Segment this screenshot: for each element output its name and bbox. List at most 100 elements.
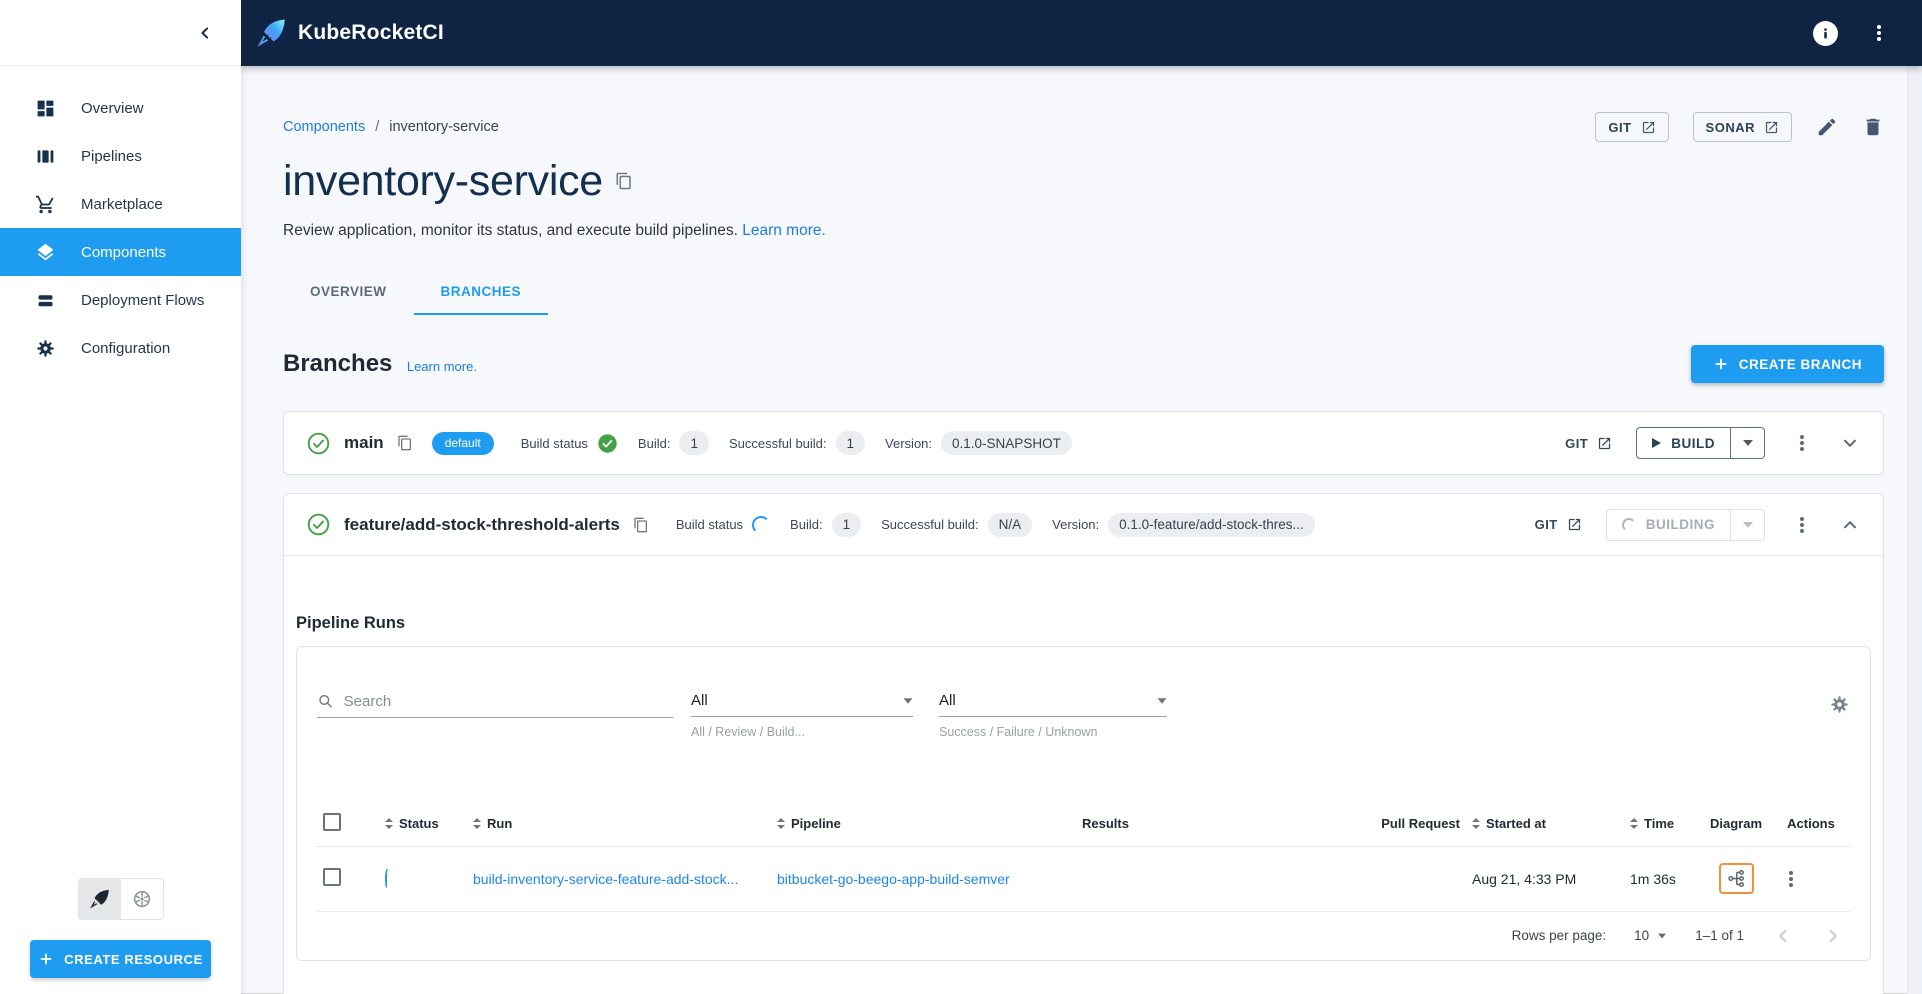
column-header-started-at[interactable]: Started at [1486, 816, 1546, 831]
column-header-run[interactable]: Run [487, 816, 512, 831]
kubernetes-view-toggle-button[interactable] [121, 879, 163, 919]
rows-per-page-value: 10 [1634, 928, 1650, 943]
branch-success-icon [307, 513, 330, 536]
column-header-results: Results [1082, 816, 1129, 831]
layers-icon [33, 240, 57, 264]
tab-overview[interactable]: OVERVIEW [283, 270, 414, 315]
chevron-right-icon [1829, 929, 1837, 942]
table-settings-button[interactable] [1829, 694, 1850, 715]
sidebar-item-pipelines[interactable]: Pipelines [0, 132, 241, 180]
branches-learn-more-link[interactable]: Learn more. [407, 359, 477, 374]
row-actions-button[interactable] [1778, 866, 1804, 892]
branch-menu-button[interactable] [1789, 430, 1815, 456]
build-options-button[interactable] [1730, 428, 1764, 458]
breadcrumb-separator: / [375, 119, 380, 135]
create-resource-button[interactable]: CREATE RESOURCE [30, 940, 211, 978]
tab-branches[interactable]: BRANCHES [413, 270, 549, 315]
overview-icon [33, 96, 57, 120]
page-title: inventory-service [283, 157, 603, 205]
scrollbar[interactable] [1907, 66, 1922, 994]
column-header-status[interactable]: Status [399, 816, 439, 831]
building-spinner [1621, 517, 1636, 532]
results-cell [1076, 847, 1306, 911]
git-button-label: GIT [1608, 119, 1632, 135]
column-header-pull-request: Pull Request [1381, 816, 1460, 831]
main-area: KubeRocketCI Components / inventory-serv… [241, 0, 1922, 994]
sort-status-button[interactable] [385, 818, 393, 829]
version-label: Version: [885, 435, 933, 451]
build-label: Build: [790, 517, 823, 532]
sidebar-item-configuration[interactable]: Configuration [0, 324, 241, 372]
sonar-external-button[interactable]: SONAR [1692, 112, 1792, 142]
select-all-checkbox[interactable] [323, 813, 341, 831]
create-resource-label: CREATE RESOURCE [64, 951, 203, 967]
krci-view-toggle-button[interactable] [78, 879, 121, 919]
caret-down-icon [1157, 697, 1167, 704]
kebab-icon [1800, 441, 1804, 445]
sort-pipeline-button[interactable] [777, 818, 785, 829]
sidebar-item-components[interactable]: Components [0, 228, 241, 276]
column-header-time[interactable]: Time [1644, 816, 1674, 831]
branch-collapse-button[interactable] [1839, 514, 1861, 536]
branch-success-icon [307, 432, 330, 454]
edit-button[interactable] [1816, 116, 1838, 138]
breadcrumb: Components / inventory-service [283, 119, 499, 135]
branch-git-link-button[interactable]: GIT [1535, 517, 1582, 532]
trash-icon [1866, 118, 1880, 136]
version-chip: 0.1.0-SNAPSHOT [941, 431, 1072, 455]
info-button[interactable] [1813, 20, 1838, 46]
diagram-button[interactable] [1718, 863, 1754, 895]
copy-branch-name-button[interactable] [397, 435, 413, 451]
branch-expand-button[interactable] [1839, 432, 1861, 454]
pipeline-type-filter[interactable]: All All / Review / Build... [691, 692, 913, 739]
search-input[interactable] [343, 692, 673, 710]
copy-title-button[interactable] [615, 172, 633, 190]
sidebar-item-deployment-flows[interactable]: Deployment Flows [0, 276, 241, 324]
page-actions: GIT SONAR [1595, 112, 1884, 142]
git-external-button[interactable]: GIT [1595, 112, 1669, 142]
previous-page-button[interactable] [1772, 925, 1794, 947]
sort-started-at-button[interactable] [1472, 818, 1480, 829]
search-field[interactable] [317, 692, 673, 718]
branch-menu-button[interactable] [1789, 512, 1815, 538]
sidebar-item-label: Overview [81, 99, 144, 117]
sidebar-item-label: Components [81, 243, 167, 261]
build-status-label: Build status [520, 435, 588, 451]
column-header-actions: Actions [1787, 816, 1835, 831]
build-button[interactable]: BUILD [1637, 428, 1730, 458]
next-page-button[interactable] [1822, 925, 1844, 947]
diagram-tree-icon [1727, 870, 1744, 888]
pull-request-cell [1306, 847, 1466, 911]
header-menu-button[interactable] [1866, 20, 1892, 46]
create-branch-button[interactable]: CREATE BRANCH [1690, 345, 1884, 383]
status-filter[interactable]: All Success / Failure / Unknown [939, 692, 1167, 739]
building-button-label: BUILDING [1645, 517, 1715, 532]
sidebar-item-overview[interactable]: Overview [0, 84, 241, 132]
row-checkbox[interactable] [323, 868, 341, 887]
copy-icon [616, 172, 631, 190]
run-link[interactable]: build-inventory-service-feature-add-stoc… [473, 871, 738, 887]
sort-run-button[interactable] [473, 818, 481, 829]
kebab-icon [1800, 522, 1804, 527]
version-chip: 0.1.0-feature/add-stock-thres... [1108, 512, 1315, 537]
time-cell: 1m 36s [1630, 870, 1676, 887]
copy-icon [398, 435, 411, 451]
sort-time-button[interactable] [1630, 818, 1638, 829]
copy-branch-name-button[interactable] [633, 517, 649, 533]
column-header-pipeline[interactable]: Pipeline [791, 816, 841, 831]
plus-icon [1715, 358, 1727, 370]
subtitle-learn-more-link[interactable]: Learn more. [742, 222, 826, 239]
pipeline-link[interactable]: bitbucket-go-beego-app-build-semver [777, 871, 1010, 887]
breadcrumb-components-link[interactable]: Components [283, 119, 365, 135]
sidebar-item-marketplace[interactable]: Marketplace [0, 180, 241, 228]
sidebar-item-label: Pipelines [81, 147, 142, 165]
caret-down-icon [1742, 440, 1753, 446]
delete-button[interactable] [1862, 116, 1884, 138]
create-branch-label: CREATE BRANCH [1738, 356, 1862, 372]
sidebar-item-label: Deployment Flows [81, 291, 205, 309]
sidebar-collapse-button[interactable] [195, 23, 215, 43]
rows-per-page-select[interactable]: 10 [1634, 928, 1667, 943]
build-label: Build: [637, 435, 671, 451]
app-logo-icon [259, 19, 285, 46]
branch-git-link-button[interactable]: GIT [1565, 436, 1612, 451]
